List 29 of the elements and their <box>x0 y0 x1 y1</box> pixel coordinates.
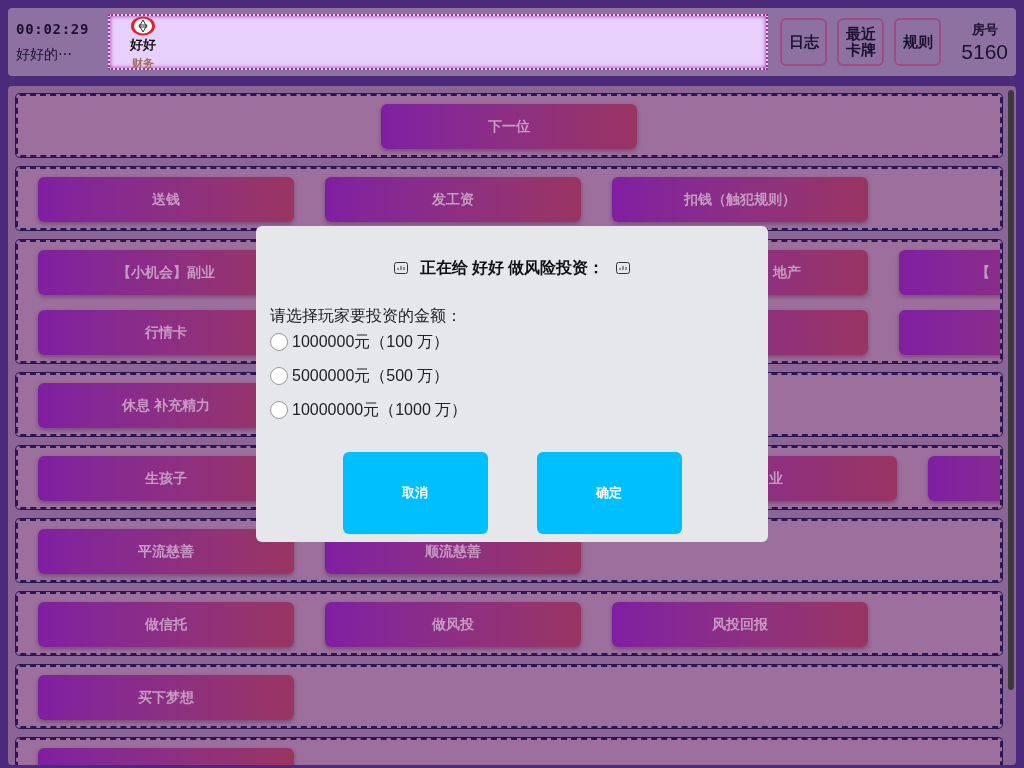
action-button[interactable]: 发工资 <box>325 177 581 222</box>
player-role: 财务 <box>131 56 154 71</box>
action-button[interactable]: 送钱 <box>38 177 294 222</box>
chart-icon <box>393 262 408 274</box>
room-number: 5160 <box>961 39 1008 64</box>
player-name: 好好的⋯ <box>16 45 72 64</box>
dialog-button[interactable]: 取消 <box>342 452 488 534</box>
radio-button[interactable] <box>270 401 288 419</box>
radio-button[interactable] <box>270 367 288 385</box>
action-button[interactable]: 做风投 <box>325 602 581 647</box>
scrollbar-thumb[interactable] <box>1008 90 1014 690</box>
header-button[interactable]: 最近卡牌 <box>837 18 885 66</box>
header-button[interactable]: 日志 <box>780 18 828 66</box>
action-button[interactable]: 做信托 <box>38 602 294 647</box>
chart-icon <box>616 262 631 274</box>
dialog-button[interactable]: 确定 <box>536 452 682 534</box>
room-label: 房号 <box>971 21 998 40</box>
action-button[interactable]: 【 <box>899 250 1000 295</box>
header-button[interactable]: 规则 <box>894 18 942 66</box>
action-button[interactable]: 风投回报 <box>612 602 868 647</box>
radio-button[interactable] <box>270 333 288 351</box>
player-avatar-icon[interactable] <box>129 16 156 36</box>
action-button[interactable]: 买下梦想 <box>38 675 294 720</box>
action-button[interactable]: 下一位 <box>381 104 637 149</box>
player-name: 好好 <box>129 37 156 53</box>
action-button[interactable]: 扣钱（触犯规则） <box>612 177 868 222</box>
dialog-title: 正在给 好好 做风险投资： <box>419 258 605 278</box>
timer: 00:02:29 <box>16 20 90 39</box>
action-button[interactable]: 平流慈善 <box>38 529 294 574</box>
